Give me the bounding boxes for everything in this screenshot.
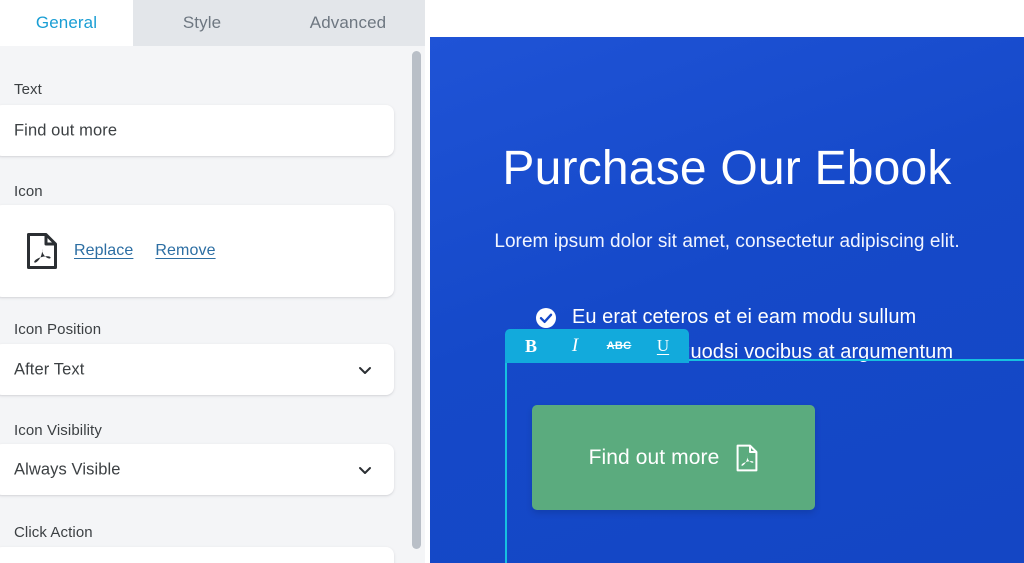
tab-general-label: General [36, 13, 97, 33]
chevron-down-icon [358, 363, 372, 377]
cta-button[interactable]: Find out more [532, 405, 815, 510]
click-action-select[interactable] [0, 547, 394, 563]
pdf-file-icon [736, 444, 758, 472]
tab-advanced[interactable]: Advanced [271, 0, 425, 46]
tab-advanced-label: Advanced [310, 13, 386, 33]
tab-general[interactable]: General [0, 0, 133, 46]
settings-tabbar: General Style Advanced [0, 0, 425, 46]
pdf-file-icon [26, 232, 58, 270]
settings-body: Text Find out more Icon Replace Remove [0, 46, 430, 563]
check-circle-icon [535, 307, 557, 329]
settings-panel: General Style Advanced Text Find out mor… [0, 0, 430, 563]
selected-element-outline[interactable]: B I ABC U Find out more [505, 359, 1024, 563]
icon-actions: Replace Remove [74, 242, 216, 260]
chevron-down-icon [358, 463, 372, 477]
remove-icon-link[interactable]: Remove [155, 242, 215, 260]
text-input[interactable]: Find out more [0, 105, 394, 156]
icon-position-select[interactable]: After Text [0, 344, 394, 395]
click-action-label: Click Action [14, 524, 93, 541]
vertical-scrollbar[interactable] [408, 46, 426, 563]
scrollbar-thumb[interactable] [412, 51, 421, 549]
cta-button-label: Find out more [589, 446, 720, 470]
text-field-label: Text [14, 81, 42, 98]
tab-style-label: Style [183, 13, 221, 33]
icon-position-label: Icon Position [14, 321, 101, 338]
text-input-value: Find out more [14, 121, 117, 140]
rich-text-toolbar: B I ABC U [505, 329, 689, 363]
page-subtitle: Lorem ipsum dolor sit amet, consectetur … [430, 231, 1024, 253]
list-item-label: Eu erat ceteros et ei eam modu sullum [572, 306, 916, 329]
tab-style[interactable]: Style [133, 0, 271, 46]
italic-button[interactable]: I [563, 334, 587, 358]
icon-visibility-label: Icon Visibility [14, 422, 102, 439]
icon-position-value: After Text [14, 360, 84, 379]
underline-button[interactable]: U [651, 334, 675, 358]
icon-visibility-select[interactable]: Always Visible [0, 444, 394, 495]
page-preview: Purchase Our Ebook Lorem ipsum dolor sit… [430, 37, 1024, 563]
strikethrough-button[interactable]: ABC [607, 334, 631, 358]
replace-icon-link[interactable]: Replace [74, 242, 133, 260]
icon-visibility-value: Always Visible [14, 460, 121, 479]
icon-field-label: Icon [14, 183, 43, 200]
page-title: Purchase Our Ebook [430, 141, 1024, 196]
icon-field: Replace Remove [0, 205, 394, 297]
editor-screen: General Style Advanced Text Find out mor… [0, 0, 1024, 563]
bold-button[interactable]: B [519, 334, 543, 358]
